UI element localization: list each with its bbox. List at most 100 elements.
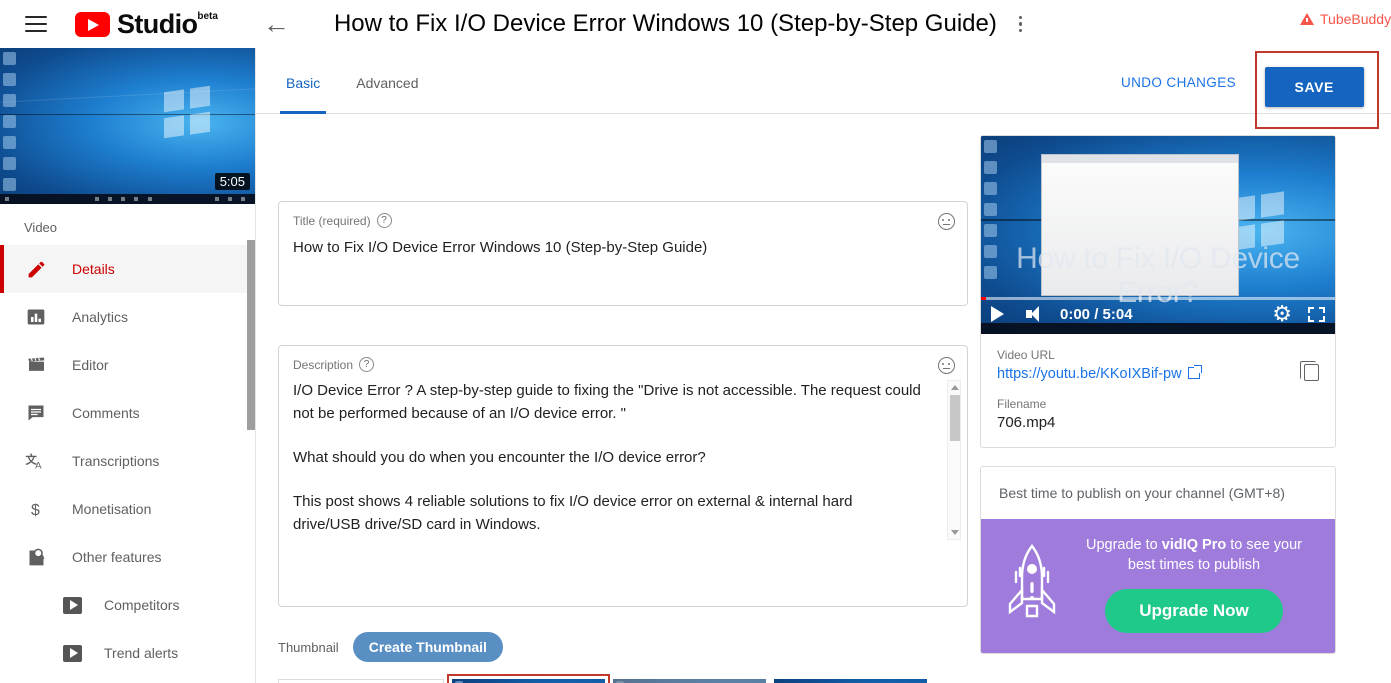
youtube-studio-window: Studio beta ← How to Fix I/O Device Erro… <box>0 0 1391 683</box>
sidebar-item-monetisation[interactable]: $ Monetisation <box>0 485 255 533</box>
sidebar-item-other-features[interactable]: Other features <box>0 533 255 581</box>
volume-icon[interactable] <box>1026 306 1044 322</box>
back-arrow-icon[interactable]: ← <box>263 10 290 38</box>
filename-value: 706.mp4 <box>997 414 1056 431</box>
sidebar-item-comments[interactable]: Comments <box>0 389 255 437</box>
emoji-picker-icon[interactable] <box>938 213 955 230</box>
title-label-row: Title (required) ? <box>293 213 953 228</box>
youtube-studio-logo[interactable]: Studio beta <box>75 9 218 39</box>
time-display: 0:00 / 5:04 <box>1060 305 1133 323</box>
video-duration-badge: 5:05 <box>214 173 250 190</box>
taskbar <box>0 194 255 204</box>
play-icon[interactable] <box>991 306 1004 322</box>
video-url-label: Video URL <box>997 348 1055 362</box>
vidiq-card: Best time to publish on your channel (GM… <box>980 466 1336 654</box>
title-field[interactable]: Title (required) ? How to Fix I/O Device… <box>278 201 968 306</box>
page-title: How to Fix I/O Device Error Windows 10 (… <box>333 10 997 37</box>
sidebar-item-label: Trend alerts <box>104 645 179 661</box>
scroll-up-arrow-icon[interactable] <box>951 385 959 390</box>
promo-prefix: Upgrade to <box>1085 537 1162 553</box>
video-preview-card: How to Fix I/O Device Error? 0:00 / 5:04… <box>980 135 1336 448</box>
thumbnail-header-row: Thumbnail Create Thumbnail <box>278 632 503 662</box>
wallpaper-horizon <box>0 113 255 116</box>
tab-bar: Basic Advanced UNDO CHANGES SAVE <box>256 48 1391 129</box>
sidebar-item-editor[interactable]: Editor <box>0 341 255 389</box>
fullscreen-icon[interactable] <box>1308 306 1325 322</box>
help-question-icon[interactable]: ? <box>376 213 392 228</box>
tubebuddy-label: TubeBuddy S <box>1320 11 1391 27</box>
sidebar-item-label: Competitors <box>104 597 180 613</box>
thumbnail-strip: Custom thumbnail (2 MB or less) ? <box>278 674 927 683</box>
thumbnail-option-1[interactable]: How to Fix I/O Device Error? <box>447 674 610 683</box>
undo-changes-button[interactable]: UNDO CHANGES <box>1121 75 1236 90</box>
tab-basic[interactable]: Basic <box>280 48 327 114</box>
tubebuddy-status[interactable]: TubeBuddy S <box>1300 11 1391 27</box>
windows-wallpaper <box>452 679 605 683</box>
svg-text:A: A <box>35 460 42 471</box>
description-label-row: Description ? <box>293 357 953 372</box>
description-paragraph: What should you do when you encounter th… <box>293 449 706 466</box>
description-label: Description <box>293 357 354 372</box>
gear-icon[interactable]: ⚙ <box>1272 303 1292 325</box>
translate-icon: 文A <box>24 449 48 473</box>
comment-icon <box>24 401 48 425</box>
sidebar-item-details[interactable]: Details <box>0 245 255 293</box>
video-meta-block: Video URL https://youtu.be/KKoIXBif-pw F… <box>981 334 1335 447</box>
video-thumbnail-preview[interactable]: 5:05 <box>0 48 255 204</box>
sidebar-item-transcriptions[interactable]: 文A Transcriptions <box>0 437 255 485</box>
thumbnail-overlay <box>613 679 766 683</box>
vidiq-icon <box>60 641 84 665</box>
sidebar-item-competitors[interactable]: Competitors <box>0 581 255 629</box>
windows-logo-icon <box>163 85 210 138</box>
sidebar-item-label: Comments <box>72 405 140 421</box>
title-input[interactable]: How to Fix I/O Device Error Windows 10 (… <box>293 236 953 259</box>
youtube-play-icon <box>75 12 110 37</box>
emoji-picker-icon[interactable] <box>938 357 955 374</box>
video-player[interactable]: How to Fix I/O Device Error? 0:00 / 5:04… <box>981 136 1335 334</box>
vidiq-header: Best time to publish on your channel (GM… <box>999 485 1285 501</box>
vidiq-promo: Upgrade to vidIQ Pro to see your best ti… <box>981 519 1335 653</box>
beta-badge: beta <box>197 11 218 22</box>
clapperboard-icon <box>24 353 48 377</box>
sidebar-scrollbar[interactable] <box>247 240 255 430</box>
brand-text: Studio <box>117 9 198 39</box>
custom-thumbnail-upload[interactable]: Custom thumbnail (2 MB or less) ? <box>278 679 444 683</box>
desktop-icons <box>3 52 19 199</box>
more-options-icon[interactable] <box>1018 15 1023 33</box>
description-field[interactable]: Description ? I/O Device Error ? A step-… <box>278 345 968 607</box>
video-url-link[interactable]: https://youtu.be/KKoIXBif-pw <box>997 366 1182 382</box>
vidiq-icon <box>60 593 84 617</box>
save-button[interactable]: SAVE <box>1264 67 1364 107</box>
sidebar-section-label: Video <box>24 220 58 235</box>
thumbnail-label: Thumbnail <box>278 639 339 655</box>
sidebar-item-analytics[interactable]: Analytics <box>0 293 255 341</box>
promo-brand: vidIQ Pro <box>1161 537 1227 553</box>
filename-label: Filename <box>997 397 1047 411</box>
warning-triangle-icon <box>1300 13 1314 25</box>
player-controls: 0:00 / 5:04 ⚙ <box>981 300 1335 328</box>
left-sidebar: 5:05 Video Details Analytics Editor Comm… <box>0 48 256 683</box>
thumbnail-option-3[interactable]: ★ ★ <box>774 679 927 683</box>
pencil-icon <box>24 257 48 281</box>
description-scrollbar[interactable] <box>947 380 961 540</box>
create-thumbnail-button[interactable]: Create Thumbnail <box>352 632 503 662</box>
description-input[interactable]: I/O Device Error ? A step-by-step guide … <box>293 379 953 536</box>
external-link-icon[interactable] <box>1187 365 1202 379</box>
scrollbar-thumb[interactable] <box>950 395 960 441</box>
hamburger-menu-icon[interactable] <box>25 16 47 32</box>
rocket-icon <box>1008 544 1056 618</box>
search-page-icon <box>24 545 48 569</box>
help-question-icon[interactable]: ? <box>359 357 375 372</box>
sidebar-item-trend-alerts[interactable]: Trend alerts <box>0 629 255 677</box>
sidebar-item-label: Details <box>72 261 115 277</box>
copy-icon[interactable] <box>1300 361 1319 381</box>
thumbnail-option-2[interactable] <box>613 679 766 683</box>
title-label: Title (required) <box>293 213 371 228</box>
top-bar: Studio beta ← How to Fix I/O Device Erro… <box>0 0 1391 48</box>
sidebar-item-label: Monetisation <box>72 501 152 517</box>
tab-advanced[interactable]: Advanced <box>350 48 424 114</box>
dollar-icon: $ <box>24 497 48 521</box>
description-paragraph: This post shows 4 reliable solutions to … <box>293 493 853 533</box>
upgrade-now-button[interactable]: Upgrade Now <box>1105 589 1283 633</box>
scroll-down-arrow-icon[interactable] <box>951 530 959 535</box>
